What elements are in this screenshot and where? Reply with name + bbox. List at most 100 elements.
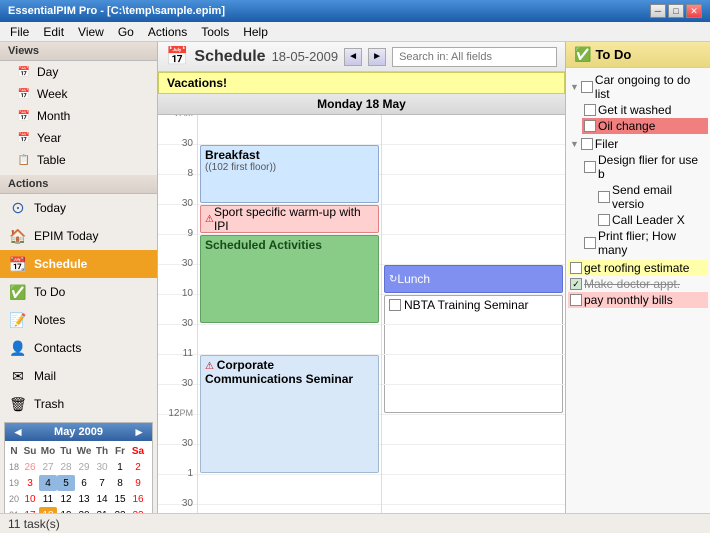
- year-icon: 📅: [16, 130, 32, 146]
- sidebar-action-schedule[interactable]: 📆 Schedule: [0, 250, 157, 278]
- todo-header: ✅ To Do: [566, 42, 710, 68]
- mini-cal-day[interactable]: 26: [21, 459, 39, 475]
- schedule-toolbar: 📅 Schedule 18-05-2009 ◄ ►: [158, 42, 565, 72]
- sidebar-item-month[interactable]: 📅 Month: [0, 105, 157, 127]
- mini-cal-day[interactable]: 28: [57, 459, 75, 475]
- mini-cal-day[interactable]: 6: [75, 475, 93, 491]
- mini-cal-day[interactable]: 29: [75, 459, 93, 475]
- mail-icon: ✉: [8, 366, 28, 386]
- mini-cal-grid: N Su Mo Tu We Th Fr Sa 18 26 27 28 29 30: [5, 441, 152, 513]
- search-input[interactable]: [392, 47, 557, 67]
- mini-cal-day[interactable]: 16: [129, 491, 147, 507]
- todo-icon: ✅: [8, 282, 28, 302]
- todo-oil-checkbox[interactable]: [584, 120, 596, 132]
- sidebar-item-table[interactable]: 📋 Table: [0, 149, 157, 171]
- sidebar-action-notes[interactable]: 📝 Notes: [0, 306, 157, 334]
- expand-icon: ▼: [570, 82, 579, 92]
- event-corporate[interactable]: ⚠ Corporate Communications Seminar: [200, 355, 379, 473]
- sidebar-action-todo[interactable]: ✅ To Do: [0, 278, 157, 306]
- window-title: EssentialPIM Pro - [C:\temp\sample.epim]: [8, 5, 225, 17]
- event-breakfast[interactable]: Breakfast ((102 first floor)): [200, 145, 379, 203]
- schedule-date: 18-05-2009: [272, 49, 339, 64]
- todo-item-email: Send email versio: [596, 182, 708, 212]
- sidebar-item-week[interactable]: 📅 Week: [0, 83, 157, 105]
- event-lunch[interactable]: ↻ Lunch: [384, 265, 563, 293]
- table-icon: 📋: [16, 152, 32, 168]
- sidebar-action-label-epim-today: EPIM Today: [34, 229, 98, 243]
- menu-go[interactable]: Go: [112, 23, 140, 41]
- sidebar-action-contacts[interactable]: 👤 Contacts: [0, 334, 157, 362]
- todo-item-print: Print flier; How many: [582, 228, 708, 258]
- mini-cal-day[interactable]: 12: [57, 491, 75, 507]
- todo-group-car-checkbox[interactable]: [581, 81, 593, 93]
- contacts-icon: 👤: [8, 338, 28, 358]
- sidebar-action-mail[interactable]: ✉ Mail: [0, 362, 157, 390]
- mini-cal-day[interactable]: 14: [93, 491, 111, 507]
- sidebar-action-trash[interactable]: 🗑 Trash: [0, 390, 157, 418]
- mini-cal-day[interactable]: 21: [93, 507, 111, 513]
- menu-view[interactable]: View: [72, 23, 110, 41]
- todo-item-call: Call Leader X: [596, 212, 708, 228]
- sidebar-item-label-week: Week: [37, 87, 67, 101]
- todo-design-checkbox[interactable]: [584, 161, 596, 173]
- sidebar-item-label-day: Day: [37, 65, 58, 79]
- mini-cal-day[interactable]: 4: [39, 475, 57, 491]
- close-button[interactable]: ✕: [686, 4, 702, 18]
- mini-cal-day[interactable]: 7: [93, 475, 111, 491]
- menu-help[interactable]: Help: [237, 23, 274, 41]
- mini-cal-day[interactable]: 13: [75, 491, 93, 507]
- event-sport[interactable]: ⚠ Sport specific warm-up with IPI: [200, 205, 379, 233]
- mini-cal-day-today[interactable]: 18: [39, 507, 57, 513]
- mini-cal-day[interactable]: 15: [111, 491, 129, 507]
- mini-cal-day[interactable]: 8: [111, 475, 129, 491]
- menu-actions[interactable]: Actions: [142, 23, 193, 41]
- mini-cal-day[interactable]: 2: [129, 459, 147, 475]
- status-bar: 11 task(s): [0, 513, 710, 533]
- sidebar-item-label-year: Year: [37, 131, 61, 145]
- event-nbta[interactable]: NBTA Training Seminar: [384, 295, 563, 413]
- mini-cal-day[interactable]: 23: [129, 507, 147, 513]
- sidebar-action-today[interactable]: ⊙ Today: [0, 194, 157, 222]
- menu-edit[interactable]: Edit: [37, 23, 70, 41]
- mini-cal-day[interactable]: 30: [93, 459, 111, 475]
- todo-group-car-header: ▼ Car ongoing to do list: [568, 72, 708, 102]
- mini-cal-day[interactable]: 1: [111, 459, 129, 475]
- mini-cal-day[interactable]: 19: [57, 507, 75, 513]
- todo-email-checkbox[interactable]: [598, 191, 610, 203]
- todo-group-filer-checkbox[interactable]: [581, 138, 593, 150]
- mini-cal-day[interactable]: 22: [111, 507, 129, 513]
- mini-cal-next[interactable]: ►: [130, 425, 148, 439]
- todo-roofing-checkbox[interactable]: [570, 262, 582, 274]
- todo-roofing-label: get roofing estimate: [584, 261, 689, 275]
- todo-item-wash: Get it washed: [582, 102, 708, 118]
- todo-bills-checkbox[interactable]: [570, 294, 582, 306]
- todo-email-label: Send email versio: [612, 183, 706, 211]
- mini-cal-prev[interactable]: ◄: [9, 425, 27, 439]
- next-day-button[interactable]: ►: [368, 48, 386, 66]
- minimize-button[interactable]: ─: [650, 4, 666, 18]
- menu-file[interactable]: File: [4, 23, 35, 41]
- sidebar-item-year[interactable]: 📅 Year: [0, 127, 157, 149]
- day-header: Monday 18 May: [158, 94, 565, 115]
- mini-cal-day[interactable]: 3: [21, 475, 39, 491]
- maximize-button[interactable]: □: [668, 4, 684, 18]
- mini-cal-day[interactable]: 9: [129, 475, 147, 491]
- mini-cal-day[interactable]: 11: [39, 491, 57, 507]
- todo-group-filer: ▼ Filer Design flier for use b Send emai…: [568, 136, 708, 258]
- mini-cal-day[interactable]: 27: [39, 459, 57, 475]
- todo-print-checkbox[interactable]: [584, 237, 596, 249]
- event-scheduled[interactable]: Scheduled Activities: [200, 235, 379, 323]
- todo-doctor-checkbox[interactable]: ✓: [570, 278, 582, 290]
- todo-wash-checkbox[interactable]: [584, 104, 596, 116]
- todo-call-checkbox[interactable]: [598, 214, 610, 226]
- todo-call-label: Call Leader X: [612, 213, 685, 227]
- mini-cal-day[interactable]: 17: [21, 507, 39, 513]
- sidebar-action-epim-today[interactable]: 🏠 EPIM Today: [0, 222, 157, 250]
- mini-cal-day[interactable]: 5: [57, 475, 75, 491]
- mini-cal-day[interactable]: 20: [75, 507, 93, 513]
- sidebar-item-day[interactable]: 📅 Day: [0, 61, 157, 83]
- menu-tools[interactable]: Tools: [195, 23, 235, 41]
- prev-day-button[interactable]: ◄: [344, 48, 362, 66]
- schedule-calendar-icon: 📅: [166, 46, 188, 67]
- mini-cal-day[interactable]: 10: [21, 491, 39, 507]
